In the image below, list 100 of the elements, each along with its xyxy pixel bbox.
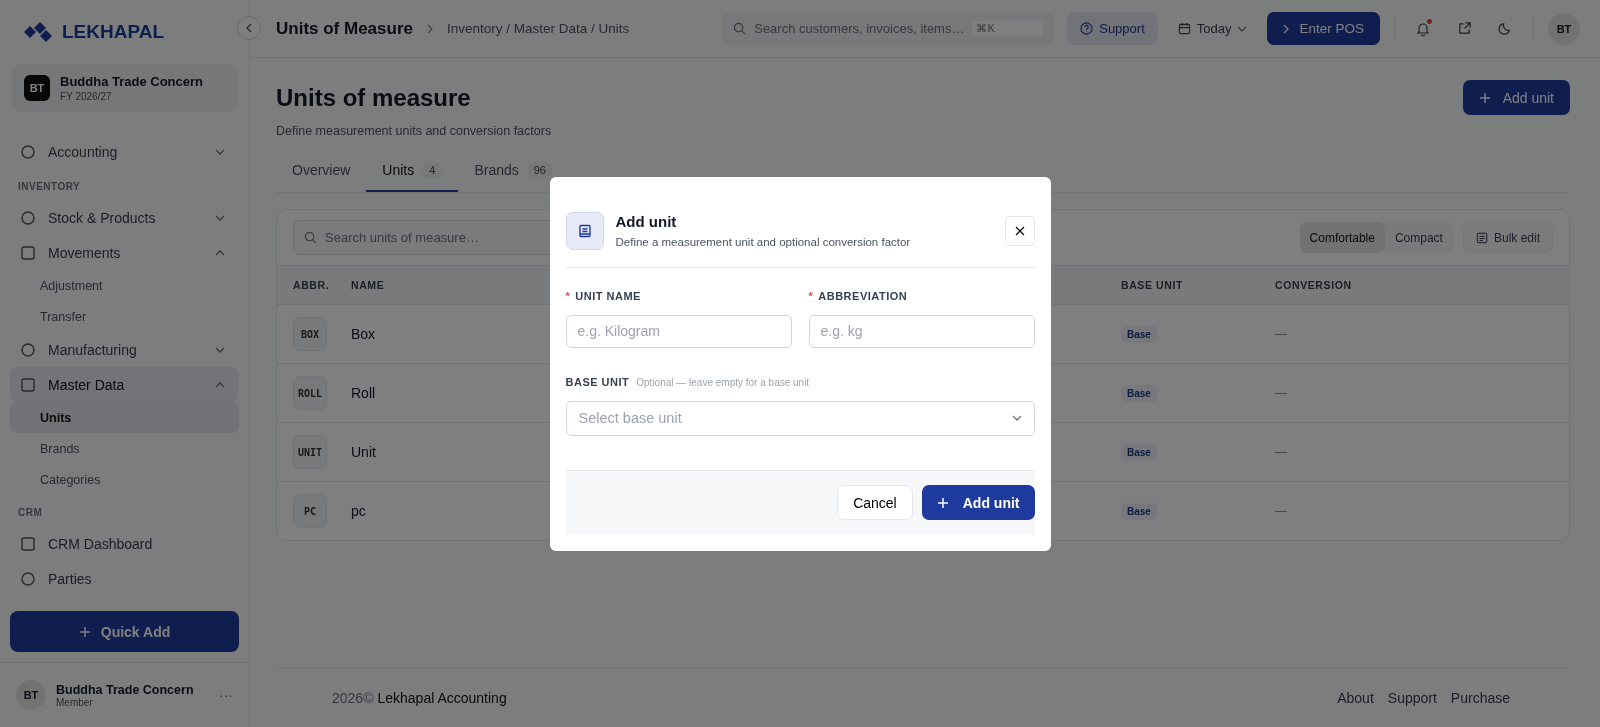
menu-item-icon (20, 341, 36, 358)
submenu-item[interactable]: Adjustment (10, 270, 239, 301)
base-unit-select[interactable]: Select base unit (565, 400, 1035, 436)
chevron-icon (215, 381, 225, 388)
external-link-icon (1457, 21, 1472, 36)
close-icon (1014, 225, 1025, 236)
abbreviation-badge: UNIT (293, 435, 327, 469)
menu-item[interactable]: Manufacturing (10, 332, 239, 367)
table-cell: Box (351, 326, 376, 342)
footer-link[interactable]: Purchase (1450, 690, 1510, 706)
calendar-icon (1177, 22, 1191, 35)
menu-item-icon (20, 209, 36, 226)
quick-add-button[interactable]: Quick Add (10, 611, 239, 652)
footer-link[interactable]: Support (1387, 690, 1437, 706)
section-heading: CRM (17, 506, 44, 520)
field-hint: Optional — leave empty for a base unit (636, 376, 810, 388)
close-button[interactable] (1004, 215, 1035, 246)
bulk-edit-button[interactable]: Bulk edit (1462, 222, 1553, 253)
plus-icon (78, 625, 91, 638)
chevron-icon (215, 249, 225, 256)
column-header: BASE UNIT (1121, 279, 1183, 291)
menu-item-icon (20, 376, 36, 393)
dialog-title: Add unit (615, 213, 678, 230)
menu-item[interactable]: Movements (10, 235, 239, 270)
table-cell: — (1275, 504, 1287, 518)
list-icon (1475, 231, 1488, 244)
input-field[interactable]: e.g. Kilogram (565, 314, 792, 348)
global-search-field[interactable]: Search customers, invoices, items… ⌘K (723, 12, 1054, 45)
table-cell: Unit (351, 444, 376, 460)
column-header: ABBR. (293, 279, 330, 291)
count-badge: 4 (422, 162, 443, 178)
submit-button[interactable]: Add unit (921, 485, 1035, 520)
field-label: UNIT NAME (575, 289, 641, 302)
search-icon (304, 231, 317, 244)
chevron-icon (215, 214, 225, 221)
required-asterisk: * (808, 289, 814, 302)
menu-item-icon (20, 535, 36, 552)
count-badge: 96 (526, 162, 553, 178)
abbreviation-badge: ROLL (293, 376, 327, 410)
base-badge: Base (1121, 384, 1157, 402)
submenu-item[interactable]: Units (10, 402, 239, 433)
copyright-year: 2026© (332, 690, 374, 706)
page-subtitle: Define measurement units and conversion factors (276, 124, 552, 138)
menu-item[interactable]: Accounting (10, 134, 239, 169)
enter-pos-button[interactable]: Enter POS (1267, 12, 1380, 45)
brand-name: LEKHAPAL (62, 21, 165, 43)
base-badge: Base (1121, 502, 1157, 520)
submenu-item[interactable]: Transfer (10, 301, 239, 332)
search-icon (733, 22, 747, 35)
chevron-icon (215, 148, 225, 155)
field-label: BASE UNIT (565, 375, 630, 388)
page-title: Units of measure (276, 84, 472, 112)
menu-item[interactable]: Parties (10, 561, 239, 596)
table-cell: Roll (351, 385, 376, 401)
chevron-icon (215, 346, 225, 353)
abbreviation-badge: BOX (293, 317, 327, 351)
input-field[interactable]: e.g. kg (808, 314, 1035, 348)
submenu-item[interactable]: Brands (10, 433, 239, 464)
column-header: NAME (351, 279, 385, 291)
user-name: Buddha Trade Concern (56, 682, 194, 697)
menu-item[interactable]: CRM Dashboard (10, 526, 239, 561)
column-header: CONVERSION (1275, 279, 1352, 291)
base-badge: Base (1121, 325, 1157, 343)
table-cell: pc (351, 503, 366, 519)
section-heading: INVENTORY (17, 180, 82, 194)
menu-item-icon (20, 244, 36, 261)
abbreviation-badge: PC (293, 494, 327, 528)
date-picker[interactable]: Today (1171, 21, 1254, 36)
submenu-item[interactable]: Categories (10, 464, 239, 495)
chevron-right-icon (427, 23, 433, 34)
help-icon (1080, 22, 1094, 35)
field-label: ABBREVIATION (818, 289, 908, 302)
support-button[interactable]: Support (1067, 12, 1158, 45)
copyright-name: Lekhapal Accounting (377, 690, 507, 706)
user-role: Member (56, 696, 94, 708)
chevron-left-icon (246, 23, 252, 33)
footer-link[interactable]: About (1337, 690, 1374, 706)
tab[interactable]: Units 4 (366, 150, 459, 192)
density-option[interactable]: Comfortable (1299, 222, 1385, 253)
density-option[interactable]: Compact (1384, 222, 1453, 253)
shortcut-hint: ⌘K (972, 21, 1044, 36)
table-cell: — (1275, 386, 1287, 400)
document-icon (577, 223, 592, 238)
company-switcher[interactable]: BT Buddha Trade Concern FY 2026/27 (12, 64, 237, 112)
table-cell: — (1275, 327, 1287, 341)
chevron-icon (1237, 25, 1248, 32)
user-avatar[interactable]: BT (1548, 12, 1580, 45)
tab[interactable]: Overview (276, 150, 367, 192)
menu-item[interactable]: Stock & Products (10, 200, 239, 235)
more-button[interactable]: ··· (219, 687, 233, 703)
breadcrumb: Inventory / Master Data / Units (447, 21, 630, 36)
chevron-icon (1011, 415, 1022, 421)
moon-icon (1498, 21, 1513, 36)
table-cell: — (1275, 445, 1287, 459)
collapse-sidebar-button[interactable] (237, 16, 261, 40)
cancel-button[interactable]: Cancel (837, 485, 913, 520)
bell-icon (1415, 20, 1431, 37)
menu-item[interactable]: Master Data (10, 367, 239, 402)
menu-item-icon (20, 143, 36, 160)
add-unit-button[interactable]: Add unit (1462, 80, 1570, 115)
